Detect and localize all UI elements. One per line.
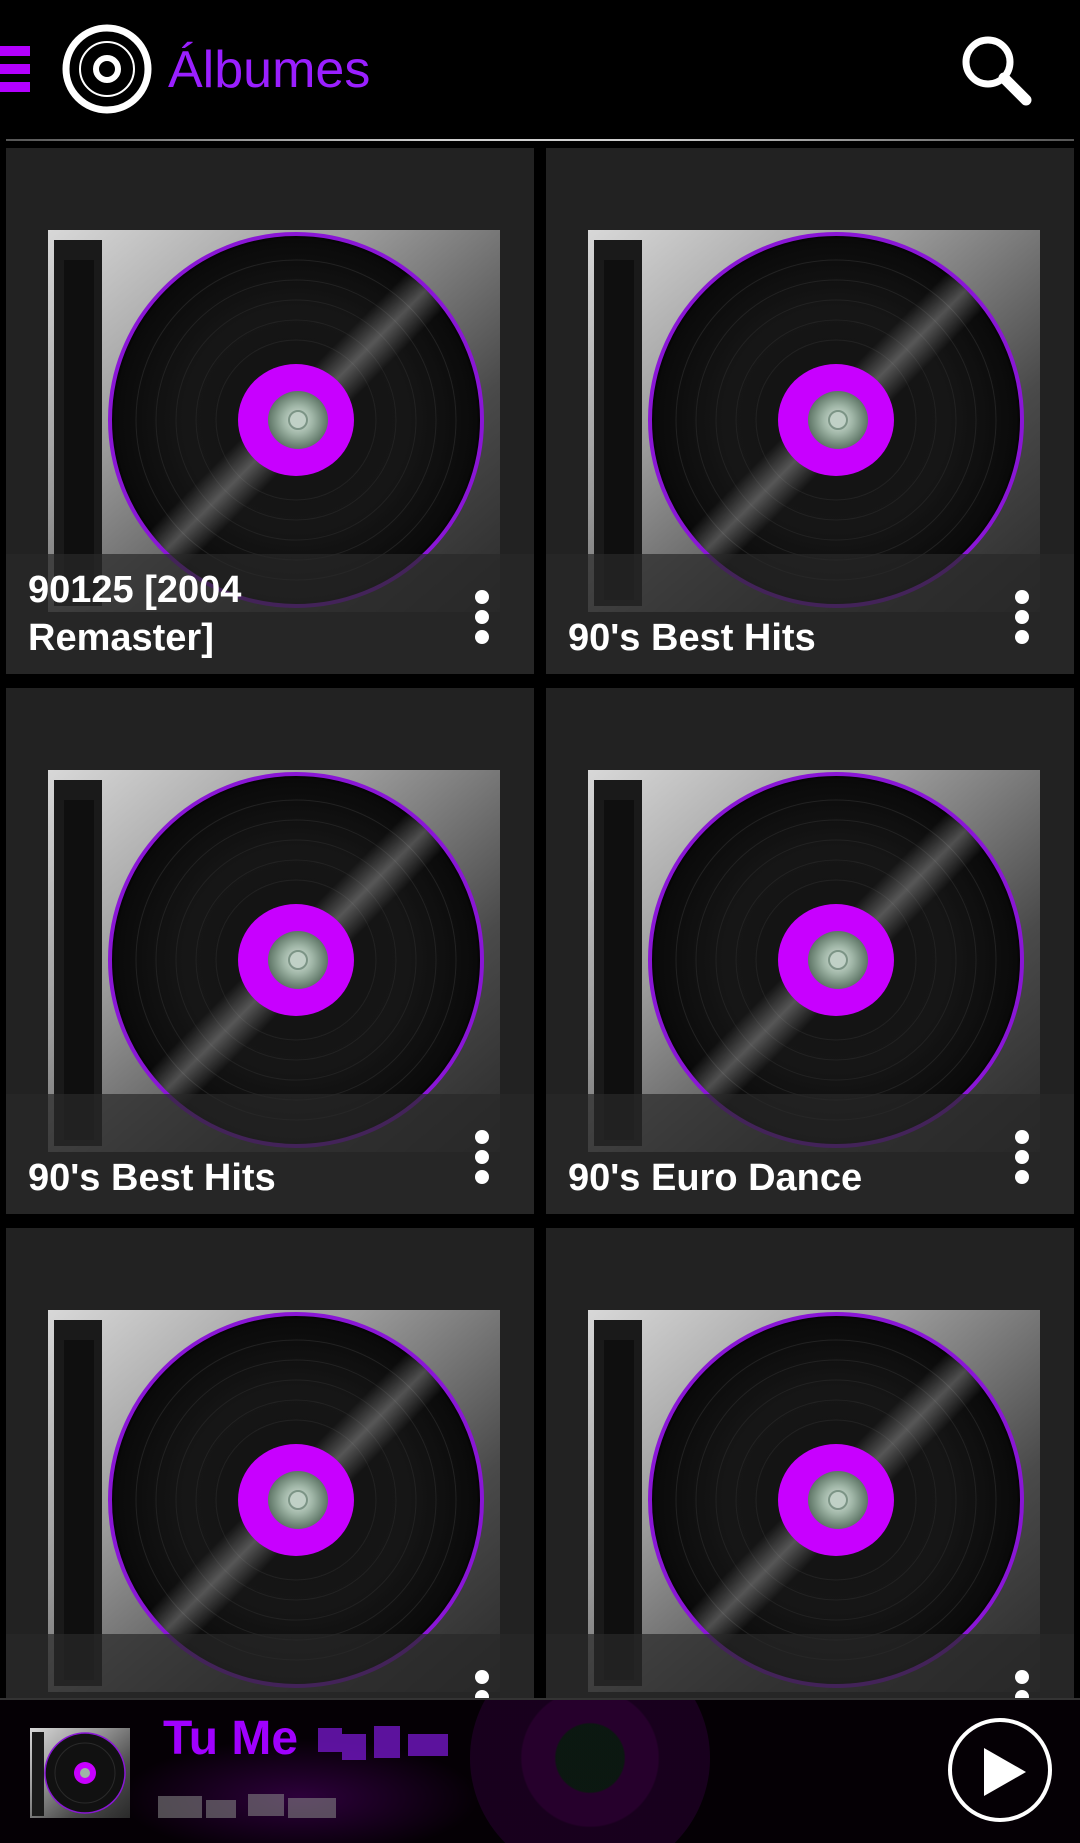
app-bar-divider bbox=[6, 139, 1074, 141]
album-title: 90's Euro Dance bbox=[568, 1157, 863, 1199]
album-grid[interactable]: 90125 [2004 Remaster] 90's Best Hits 90'… bbox=[0, 148, 1080, 1700]
album-card[interactable]: 90's Euro Dance bbox=[546, 688, 1074, 1214]
vinyl-record-icon[interactable] bbox=[62, 24, 152, 114]
now-playing-background-disc bbox=[470, 1698, 710, 1843]
more-vertical-icon[interactable] bbox=[1014, 590, 1030, 644]
album-title: 90's Best Hits bbox=[28, 1157, 276, 1199]
album-title: 90's Best Hits bbox=[568, 617, 816, 659]
redacted-title-text bbox=[318, 1724, 458, 1764]
now-playing-bar[interactable]: Tu Me bbox=[0, 1698, 1080, 1843]
album-card[interactable]: 90125 [2004 Remaster] bbox=[6, 148, 534, 674]
more-vertical-icon[interactable] bbox=[474, 1130, 490, 1184]
album-title: ABBA bbox=[28, 1646, 408, 1700]
page-title: Álbumes bbox=[168, 41, 371, 99]
now-playing-album-art[interactable] bbox=[30, 1728, 130, 1818]
album-card[interactable]: ABBA bbox=[6, 1228, 534, 1700]
redacted-artist-text bbox=[158, 1790, 348, 1824]
album-card[interactable]: 90's Best Hits bbox=[546, 148, 1074, 674]
hamburger-menu-icon[interactable] bbox=[0, 46, 32, 92]
more-vertical-icon[interactable] bbox=[1014, 1130, 1030, 1184]
more-vertical-icon[interactable] bbox=[1014, 1670, 1030, 1700]
album-title: Absolute Dance 16 bbox=[568, 1646, 948, 1700]
now-playing-title: Tu Me bbox=[163, 1712, 299, 1765]
play-icon bbox=[984, 1748, 1026, 1796]
album-title: 90125 [2004 Remaster] bbox=[28, 569, 242, 659]
album-card[interactable]: Absolute Dance 16 bbox=[546, 1228, 1074, 1700]
search-icon[interactable] bbox=[958, 32, 1034, 108]
more-vertical-icon[interactable] bbox=[474, 590, 490, 644]
app-bar: Álbumes bbox=[0, 0, 1080, 141]
now-playing-divider bbox=[0, 1698, 1080, 1700]
more-vertical-icon[interactable] bbox=[474, 1670, 490, 1700]
play-button[interactable] bbox=[948, 1718, 1052, 1822]
album-card[interactable]: 90's Best Hits bbox=[6, 688, 534, 1214]
